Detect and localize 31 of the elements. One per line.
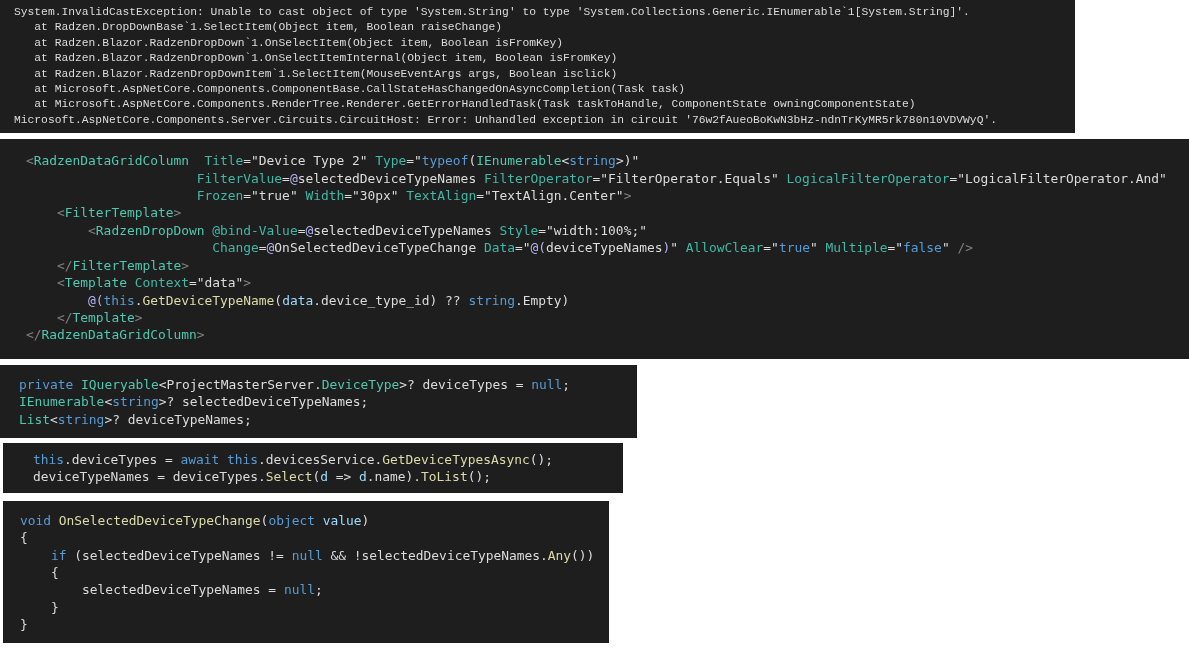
code-line: private IQueryable<ProjectMasterServer.DeviceType>? deviceTypes = null; [19, 375, 571, 394]
code-line: <RadzenDropDown @bind-Value=@selectedDeviceTypeNames Style="width:100%;" [87, 221, 647, 240]
code-line: this.deviceTypes = await this.devicesService.GetDeviceTypesAsync(); [33, 450, 554, 469]
code-line: void OnSelectedDeviceTypeChange(object value) [20, 511, 370, 530]
code-line: Frozen="true" Width="30px" TextAlign="TextAlign.Center"> [195, 187, 632, 205]
console-line: at Microsoft.AspNetCore.Components.RenderTree.Renderer.GetErrorHandledTask(Task taskToHandle, ComponentState owningComponentState) [33, 97, 916, 113]
code-line: { [20, 529, 28, 547]
code-line: @(this.GetDeviceTypeName(data.device_type_id) ?? string.Empty) [87, 291, 570, 309]
code-line: IEnumerable<string>? selectedDeviceTypeNames; [19, 393, 369, 411]
code-line: List<string>? deviceTypeNames; [19, 410, 252, 428]
code-line: <FilterTemplate> [56, 204, 182, 222]
code-line: <Template Context="data"> [56, 274, 252, 292]
code-line: <RadzenDataGridColumn Title="Device Type 2" Type="typeof(IEnumerable<string>)" [26, 152, 640, 170]
code-line: FilterValue=@selectedDeviceTypeNames FilterOperator="FilterOperator.Equals" LogicalFilterOperator="LogicalFilterOperator.And" [195, 169, 1167, 188]
code-line: if (selectedDeviceTypeNames != null && !selectedDeviceTypeNames.Any()) [50, 546, 595, 564]
code-line: </RadzenDataGridColumn> [26, 326, 205, 344]
console-line: at Radzen.DropDownBase`1.SelectItem(Object item, Boolean raiseChange) [33, 20, 503, 36]
code-line: } [50, 598, 59, 617]
console-line: at Radzen.Blazor.RadzenDropDownItem`1.SelectItem(MouseEventArgs args, Boolean isclick) [33, 66, 618, 82]
code-line: { [50, 563, 59, 582]
code-line: </FilterTemplate> [56, 256, 189, 275]
code-line: } [20, 616, 28, 634]
console-line: at Radzen.Blazor.RadzenDropDown`1.OnSelectItem(Object item, Boolean isFromKey) [33, 35, 564, 51]
console-line: at Radzen.Blazor.RadzenDropDown`1.OnSelectItemInternal(Object item, Boolean isFromKey) [33, 51, 618, 67]
console-line: at Microsoft.AspNetCore.Components.ComponentBase.CallStateHasChangedOnAsyncCompletion(Task task) [33, 82, 686, 98]
code-line: </Template> [56, 308, 143, 327]
code-line: selectedDeviceTypeNames = null; [81, 581, 323, 599]
code-line: deviceTypeNames = deviceTypes.Select(d => d.name).ToList(); [33, 468, 491, 486]
code-line: Change=@OnSelectedDeviceTypeChange Data="@(deviceTypeNames)" AllowClear="true" Multiple="false" /> [211, 239, 973, 257]
console-line: Microsoft.AspNetCore.Components.Server.Circuits.CircuitHost: Error: Unhandled exception in circuit '76w2fAueoBoKwN3bHz-ndnTrKyMR5rk780n10VDVWyQ'. [14, 112, 997, 128]
console-line: System.InvalidCastException: Unable to cast object of type 'System.String' to type 'System.Collections.Generic.IEnumerable`1[System.String]'. [14, 5, 970, 20]
